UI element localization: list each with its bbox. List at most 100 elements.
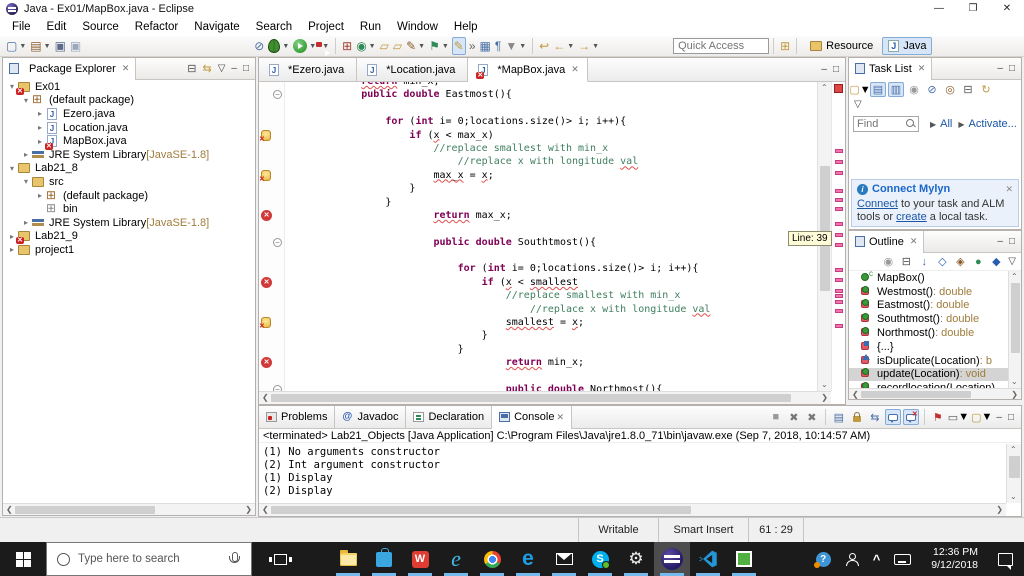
dropdown-arrow-icon[interactable]: ▼ — [44, 43, 51, 50]
tray-help[interactable]: ? — [809, 542, 838, 576]
close-icon[interactable]: ✕ — [918, 63, 926, 74]
show-stderr-icon[interactable] — [902, 409, 919, 425]
dropdown-arrow-icon[interactable]: ▼ — [519, 43, 526, 50]
view-menu-icon[interactable]: ▽ — [854, 99, 862, 110]
menu-help[interactable]: Help — [446, 19, 486, 35]
tree-item-bin[interactable]: bin — [3, 201, 255, 216]
show-selected-icon[interactable]: ▼ ▼ — [504, 37, 527, 55]
console-tab-javadoc[interactable]: @ Javadoc — [335, 405, 407, 429]
tree-item--default-package-[interactable]: ▸ (default package) — [3, 188, 255, 203]
new-wizard-icon[interactable]: ▢ ▼ — [5, 37, 27, 55]
save-all-icon[interactable]: ▣ — [69, 37, 82, 55]
expander-icon[interactable]: ▸ — [35, 137, 45, 146]
menu-source[interactable]: Source — [74, 19, 126, 35]
annotation-mark[interactable] — [835, 207, 843, 211]
dropdown-arrow-icon[interactable]: ▼ — [369, 43, 376, 50]
project-tree[interactable]: ▾Ex01▾(default package)▸JEzero.java▸JLoc… — [3, 80, 255, 503]
minimize-icon[interactable]: ‒ — [997, 236, 1003, 247]
console-tab-declaration[interactable]: Declaration — [406, 405, 493, 429]
close-icon[interactable]: ✕ — [910, 236, 918, 247]
menu-project[interactable]: Project — [300, 19, 352, 35]
run-icon[interactable]: ▼ — [292, 37, 317, 55]
skip-breakpoints-icon[interactable]: ⊘ — [253, 37, 265, 55]
tray-hidden-icons[interactable]: ^ — [866, 542, 888, 576]
create-task-link[interactable]: create — [896, 211, 927, 223]
tree-item-src[interactable]: ▾ src — [3, 175, 255, 189]
taskbar-app-photos[interactable] — [726, 542, 762, 576]
tree-item-jre-system-library-[interactable]: ▸ JRE System Library [JavaSE-1.8] — [3, 216, 255, 230]
close-button[interactable]: ✕ — [990, 0, 1024, 18]
annotation-mark[interactable] — [835, 243, 843, 247]
terminate-icon[interactable]: ■ — [768, 409, 784, 425]
expander-icon[interactable]: ▸ — [35, 109, 45, 118]
taskbar-clock[interactable]: 12:36 PM 9/12/2018 — [925, 546, 984, 572]
search-task-icon[interactable]: ▱ — [392, 37, 403, 55]
new-class-icon[interactable]: ◉ ▼ — [355, 37, 376, 55]
coverage-icon[interactable]: ▼ — [316, 37, 330, 55]
view-menu-icon[interactable]: ▽ — [1008, 256, 1016, 267]
maximize-icon[interactable]: □ — [1009, 236, 1015, 247]
plug-icon[interactable]: ⚑ ▼ — [428, 37, 450, 55]
outline-tab[interactable]: Outline ✕ — [849, 230, 925, 253]
start-button[interactable] — [0, 542, 46, 576]
annotation-mark[interactable] — [835, 189, 843, 193]
dropdown-arrow-icon[interactable]: ▼ — [958, 411, 969, 423]
taskbar-app-internet-explorer[interactable]: e — [438, 542, 474, 576]
save-icon[interactable]: ▣ — [54, 37, 67, 55]
minimize-button[interactable]: — — [922, 0, 956, 18]
hide-locals-icon[interactable]: ◆ — [988, 254, 1004, 269]
outline-tree[interactable]: MapBox()Westmost() : doubleEastmost() : … — [849, 271, 1008, 388]
sort-icon[interactable]: ↓ — [916, 254, 932, 269]
tree-item-mapbox-java[interactable]: ▸J MapBox.java — [3, 134, 255, 151]
expander-icon[interactable]: ▸ — [35, 123, 45, 132]
new-java-package-icon[interactable]: ⊞ — [341, 37, 353, 55]
outline-item-update-location-[interactable]: update(Location) : void — [849, 367, 1008, 382]
menu-window[interactable]: Window — [389, 19, 446, 35]
remove-all-launches-icon[interactable]: ✖ — [804, 409, 820, 425]
dropdown-arrow-icon[interactable]: ▼ — [567, 43, 574, 50]
expander-icon[interactable]: ▸ — [21, 150, 31, 159]
close-icon[interactable]: ✕ — [571, 64, 579, 75]
quick-access-input[interactable] — [673, 38, 770, 54]
forward-icon[interactable]: → ▼ — [577, 37, 600, 55]
task-list-tab[interactable]: Task List ✕ — [849, 57, 933, 80]
horizontal-scrollbar[interactable]: ❮ ❯ — [259, 503, 1006, 516]
menu-file[interactable]: File — [4, 19, 39, 35]
next-annotation-icon[interactable]: » — [468, 37, 477, 55]
tree-item-jre-system-library-[interactable]: ▸ JRE System Library [JavaSE-1.8] — [3, 148, 255, 162]
annotation-mark[interactable] — [835, 289, 843, 293]
tray-people[interactable] — [838, 542, 866, 576]
open-task-icon[interactable]: ▱ — [379, 37, 390, 55]
outline-item-eastmost-[interactable]: Eastmost() : double — [849, 299, 1008, 313]
close-icon[interactable]: ✕ — [122, 63, 130, 74]
outline-item--[interactable]: {...} — [849, 340, 1008, 354]
hide-static-icon[interactable]: ◈ — [952, 254, 968, 269]
editor-tab--location-java[interactable]: J *Location.java — [357, 58, 469, 82]
vertical-scrollbar[interactable]: ⌃ ⌄ — [1008, 271, 1021, 388]
editor-tab--mapbox-java[interactable]: J *MapBox.java ✕ — [468, 58, 588, 82]
dropdown-arrow-icon[interactable]: ▼ — [322, 43, 329, 50]
perspective-resource[interactable]: Resource — [805, 37, 878, 55]
link-editor-icon[interactable]: ⇆ — [202, 62, 211, 75]
dropdown-arrow-icon[interactable]: ▼ — [592, 43, 599, 50]
tree-item--default-package-[interactable]: ▾ (default package) — [3, 92, 255, 108]
tree-item-lab21-8[interactable]: ▾ Lab21_8 — [3, 162, 255, 176]
annotation-mark[interactable] — [835, 198, 843, 202]
show-whitespace-icon[interactable]: ¶ — [494, 37, 502, 55]
debug-icon[interactable]: ▼ — [267, 37, 290, 55]
horizontal-scrollbar[interactable]: ❮ ❯ — [849, 388, 1021, 399]
maximize-icon[interactable]: □ — [1009, 63, 1015, 74]
scroll-lock-icon[interactable] — [849, 409, 865, 425]
annotation-mark[interactable] — [835, 222, 843, 226]
horizontal-scrollbar[interactable]: ❮ ❯ — [3, 503, 255, 515]
new-java-project-icon[interactable]: ▤ ▼ — [29, 37, 51, 55]
external-tools-icon[interactable]: ✎ ▼ — [405, 37, 426, 55]
mark-occurrences-icon[interactable]: ✎ — [451, 37, 466, 55]
back-icon[interactable]: ← ▼ — [552, 37, 575, 55]
menu-edit[interactable]: Edit — [39, 19, 75, 35]
outline-item-recordlocation-location-[interactable]: recordlocation(Location) — [849, 381, 1008, 388]
activate-link[interactable]: Activate... — [969, 118, 1017, 130]
new-task-icon[interactable]: ▢ ▼ — [849, 82, 870, 97]
microphone-icon[interactable] — [227, 552, 241, 566]
horizontal-scrollbar[interactable]: ❮ ❯ — [259, 391, 831, 404]
